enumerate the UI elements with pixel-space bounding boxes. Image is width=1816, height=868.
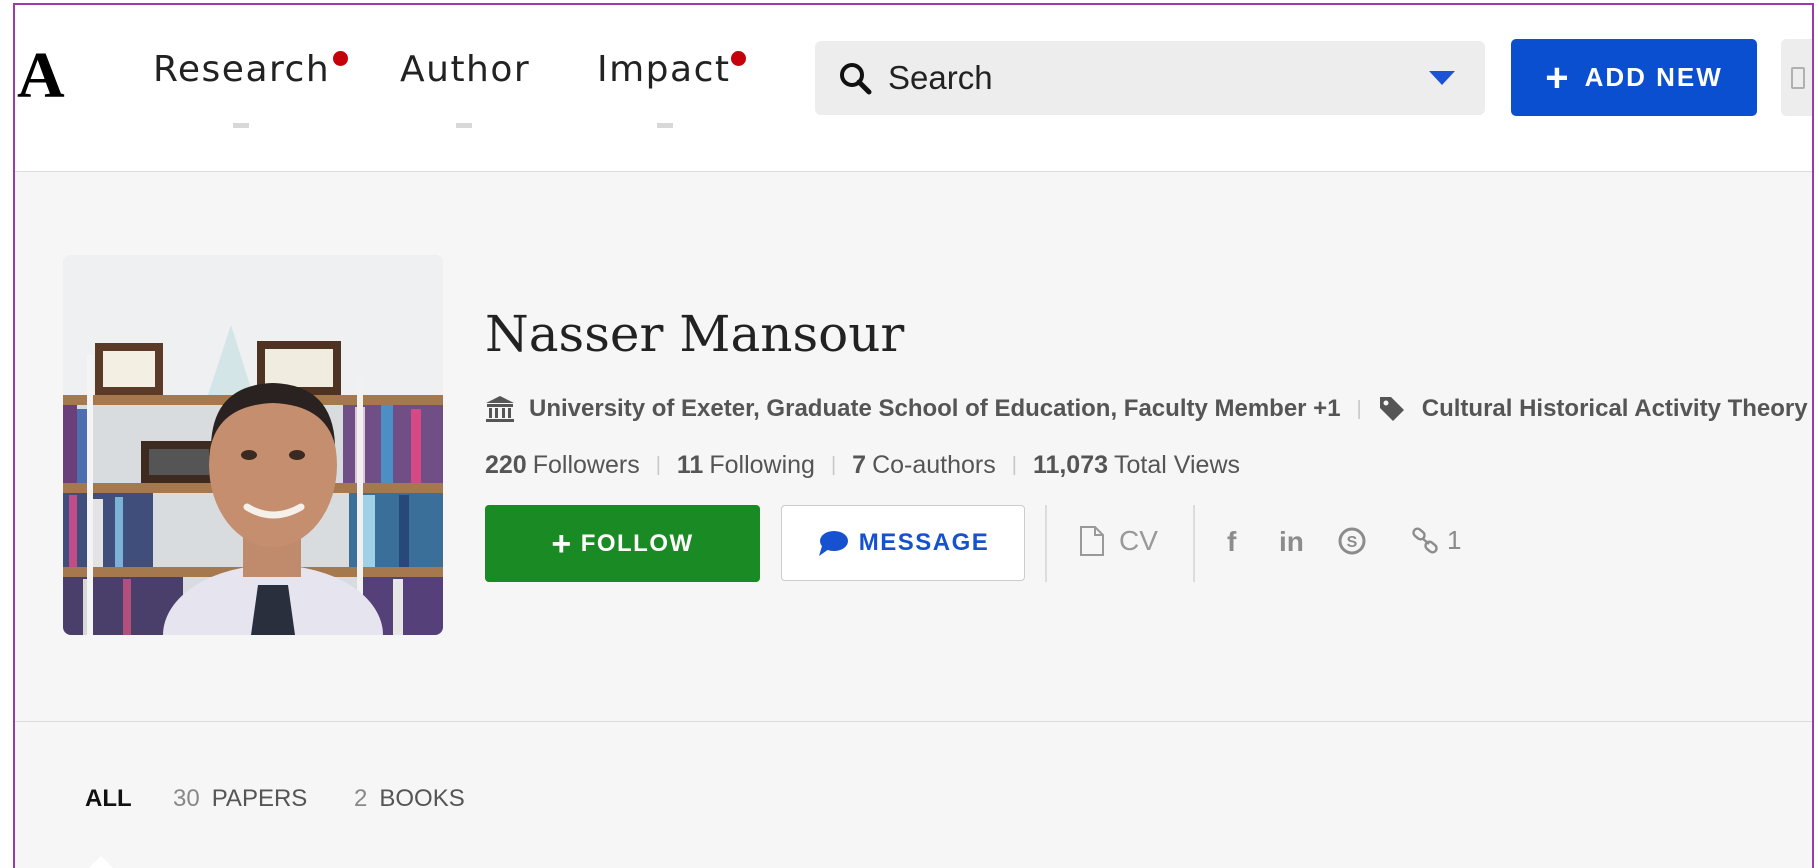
nav-impact-indicator — [657, 123, 673, 128]
skype-icon[interactable]: S — [1337, 526, 1367, 563]
search-icon — [840, 63, 872, 95]
following-stat[interactable]: 11 Following — [677, 451, 815, 480]
coauthors-stat[interactable]: 7 Co-authors — [852, 451, 996, 480]
cv-link[interactable]: CV — [1079, 525, 1158, 557]
upload-button[interactable] — [1781, 39, 1812, 116]
message-button[interactable]: MESSAGE — [781, 505, 1025, 581]
nav-research[interactable]: Research — [153, 49, 330, 90]
search-input[interactable]: Search — [888, 59, 993, 97]
link-count: 1 — [1447, 525, 1462, 555]
tab-papers[interactable]: 30 PAPERS — [173, 785, 307, 813]
plus-icon: + — [551, 524, 573, 563]
nav-author-indicator — [456, 123, 472, 128]
views-stat: 11,073 Total Views — [1033, 451, 1240, 480]
impact-notification-dot — [731, 51, 746, 66]
follow-button[interactable]: + FOLLOW — [485, 505, 760, 582]
affiliation-link[interactable]: University of Exeter, Graduate School of… — [529, 395, 1341, 423]
separator: | — [655, 454, 661, 476]
link-icon — [1412, 527, 1438, 553]
separator: | — [1356, 397, 1362, 420]
profile-photo — [63, 255, 443, 635]
message-label: MESSAGE — [858, 529, 990, 556]
svg-text:S: S — [1347, 534, 1358, 551]
institution-icon — [486, 396, 514, 422]
active-tab-indicator — [85, 856, 117, 868]
tab-books[interactable]: 2 BOOKS — [354, 785, 465, 813]
profile-affiliation-row: University of Exeter, Graduate School of… — [485, 389, 1812, 429]
profile-name: Nasser Mansour — [485, 305, 905, 363]
nav-impact[interactable]: Impact — [597, 49, 731, 90]
divider — [1045, 505, 1047, 582]
linkedin-icon[interactable]: in — [1279, 526, 1304, 558]
page-frame: A Research Author Impact Search + ADD NE… — [13, 3, 1814, 868]
followers-count: 220 — [485, 451, 527, 479]
facebook-icon[interactable]: f — [1227, 526, 1236, 558]
document-icon — [1791, 67, 1805, 89]
search-bar[interactable]: Search — [815, 41, 1485, 115]
plus-icon: + — [1545, 55, 1571, 100]
profile-stats: 220 Followers | 11 Following | 7 Co-authors… — [485, 451, 1240, 480]
tab-books-label: BOOKS — [379, 785, 465, 812]
cv-label: CV — [1119, 525, 1158, 556]
tab-all-label: ALL — [85, 785, 132, 812]
tab-papers-label: PAPERS — [211, 785, 308, 812]
divider — [1193, 505, 1195, 582]
research-notification-dot — [333, 51, 348, 66]
research-interest-link[interactable]: Cultural Historical Activity Theory + — [1422, 395, 1812, 423]
nav-author[interactable]: Author — [400, 49, 530, 90]
tabs-divider — [15, 721, 1812, 722]
add-new-label: ADD NEW — [1584, 62, 1723, 92]
external-links[interactable]: 1 — [1411, 525, 1461, 556]
following-count: 11 — [676, 451, 704, 479]
followers-stat[interactable]: 220 Followers — [485, 451, 640, 480]
top-header: A Research Author Impact Search + ADD NE… — [15, 5, 1812, 172]
tab-all[interactable]: ALL — [85, 785, 132, 813]
follow-label: FOLLOW — [580, 529, 694, 557]
tab-books-count: 2 — [354, 785, 368, 812]
views-label: Total Views — [1114, 451, 1241, 479]
tab-papers-count: 30 — [173, 785, 200, 812]
nav-research-indicator — [233, 123, 249, 128]
views-count: 11,073 — [1032, 451, 1109, 479]
avatar[interactable] — [63, 255, 443, 635]
following-label: Following — [709, 451, 815, 479]
followers-label: Followers — [532, 451, 640, 479]
skype-glyph: S — [1338, 527, 1366, 555]
separator: | — [830, 454, 837, 476]
chat-bubble-icon — [818, 531, 848, 556]
site-logo[interactable]: A — [17, 43, 65, 109]
tag-icon — [1379, 397, 1404, 421]
document-icon — [1080, 526, 1104, 556]
chevron-down-icon[interactable] — [1429, 71, 1455, 85]
coauthors-count: 7 — [852, 451, 867, 479]
coauthors-label: Co-authors — [872, 451, 996, 479]
add-new-button[interactable]: + ADD NEW — [1511, 39, 1757, 116]
separator: | — [1011, 454, 1017, 476]
